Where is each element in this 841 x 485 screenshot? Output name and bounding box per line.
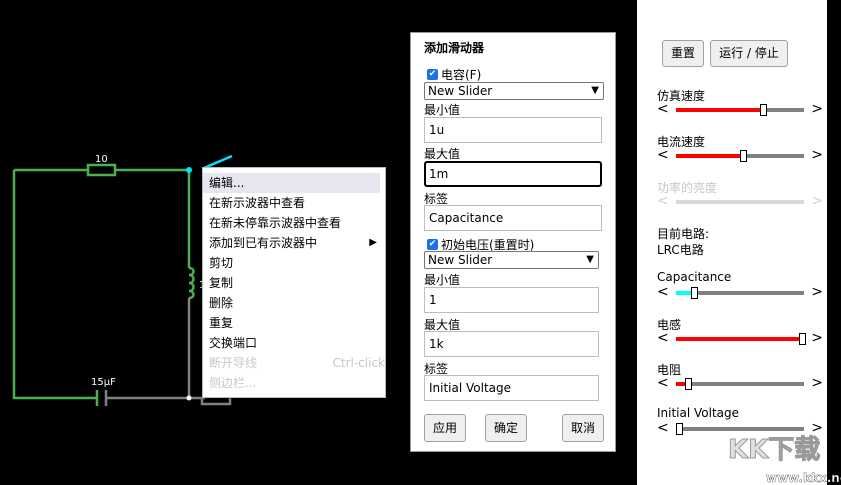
- slider[interactable]: < >: [657, 375, 823, 392]
- slider2-name-input[interactable]: Initial Voltage: [424, 375, 599, 401]
- slider2-max-input[interactable]: 1k: [424, 331, 599, 357]
- chevron-left-icon[interactable]: <: [657, 375, 669, 391]
- watermark-logo: KK下载 www.kkx.net: [728, 435, 841, 485]
- slider2-min-input[interactable]: 1: [424, 287, 599, 313]
- chevron-left-icon[interactable]: <: [657, 330, 669, 346]
- slider1-max-input[interactable]: 1m: [424, 161, 602, 187]
- chevron-right-icon[interactable]: >: [811, 101, 823, 117]
- node-dot: [186, 167, 192, 173]
- chevron-left-icon: <: [657, 193, 669, 209]
- menu-item-label: 断开导线: [209, 356, 258, 370]
- slider2-min-label: 最小值: [424, 273, 461, 287]
- watermark-logo-text: KK下载: [728, 435, 820, 465]
- slider-fill: [676, 291, 691, 295]
- slider1-select-value: New Slider: [428, 84, 493, 98]
- menu-item-label: 删除: [209, 296, 234, 310]
- menu-item-label: 重复: [209, 316, 234, 330]
- node-dot: [186, 395, 192, 401]
- menu-item-label: 在新未停靠示波器中查看: [209, 216, 342, 230]
- reset-button[interactable]: 重置: [662, 40, 704, 67]
- capacitor-label: 15μF: [91, 377, 116, 388]
- resistor[interactable]: [86, 163, 117, 177]
- run-stop-button[interactable]: 运行 / 停止: [710, 40, 788, 67]
- menu-item[interactable]: 添加到已有示波器中 ▶: [203, 233, 385, 253]
- slider: < >: [657, 193, 823, 210]
- menu-item-shortcut: Ctrl-click: [332, 356, 386, 370]
- dialog-title: 添加滑动器: [424, 41, 485, 55]
- side-panel: 重置 运行 / 停止 仿真速度 < > 电流速度 < > 功率的亮度 < > Capacitanc…: [637, 0, 827, 485]
- slider1-min-input[interactable]: 1u: [424, 117, 602, 143]
- menu-item: 断开导线 Ctrl-click: [203, 353, 385, 373]
- chevron-left-icon[interactable]: <: [657, 284, 669, 300]
- slider-fill: [676, 382, 685, 386]
- slider-thumb[interactable]: [740, 150, 747, 162]
- menu-item-label: 编辑...: [209, 176, 245, 190]
- chevron-left-icon[interactable]: <: [657, 147, 669, 163]
- current-circuit-name: LRC电路: [657, 243, 704, 257]
- menu-item: 侧边栏...: [203, 373, 385, 393]
- slider[interactable]: < >: [657, 330, 823, 347]
- menu-item[interactable]: 剪切: [203, 253, 385, 273]
- chevron-right-icon[interactable]: >: [811, 147, 823, 163]
- menu-item[interactable]: 在新未停靠示波器中查看: [203, 213, 385, 233]
- slider-fill: [676, 337, 804, 341]
- menu-item[interactable]: 编辑...: [203, 173, 380, 193]
- slider[interactable]: < >: [657, 147, 823, 164]
- apply-button[interactable]: 应用: [424, 414, 466, 442]
- chevron-down-icon: ▼: [591, 85, 599, 96]
- chevron-right-icon[interactable]: >: [811, 375, 823, 391]
- chevron-down-icon: ▼: [586, 254, 594, 265]
- add-slider-dialog: 添加滑动器 ✔ 电容(F) New Slider ▼ 最小值 1u 最大值 1m…: [410, 32, 616, 452]
- slider-thumb[interactable]: [760, 104, 767, 116]
- chevron-left-icon[interactable]: <: [657, 420, 669, 436]
- slider-fill: [676, 108, 760, 112]
- current-circuit-label: 目前电路:: [657, 227, 710, 241]
- menu-item-label: 剪切: [209, 256, 234, 270]
- chevron-right-icon[interactable]: >: [811, 330, 823, 346]
- slider-thumb[interactable]: [685, 378, 692, 390]
- slider-track: [676, 200, 804, 204]
- slider2-select-value: New Slider: [428, 253, 493, 267]
- menu-item[interactable]: 交换端口: [203, 333, 385, 353]
- watermark-url: www.kkx.net: [766, 471, 841, 485]
- menu-item-label: 交换端口: [209, 336, 258, 350]
- capacitor[interactable]: [95, 390, 108, 406]
- resistor-label: 10: [95, 154, 108, 165]
- slider-thumb[interactable]: [691, 287, 698, 299]
- menu-item[interactable]: 在新示波器中查看: [203, 193, 385, 213]
- ok-button[interactable]: 确定: [485, 414, 527, 442]
- submenu-arrow-icon: ▶: [369, 237, 377, 248]
- capacitance-checkbox[interactable]: ✔ 电容(F): [427, 66, 481, 83]
- slider[interactable]: < >: [657, 101, 823, 118]
- slider-label: Capacitance: [657, 270, 732, 284]
- check-icon: ✔: [427, 69, 438, 80]
- circuit-wires: [12, 168, 232, 406]
- menu-item-label: 侧边栏...: [209, 376, 257, 390]
- menu-item-label: 在新示波器中查看: [209, 196, 306, 210]
- chevron-right-icon: >: [811, 193, 823, 209]
- menu-item[interactable]: 复制: [203, 273, 385, 293]
- menu-item-label: 复制: [209, 276, 234, 290]
- slider2-select[interactable]: New Slider ▼: [424, 251, 599, 269]
- context-menu: 编辑... 在新示波器中查看在新未停靠示波器中查看 添加到已有示波器中 ▶ 剪切复制删除…: [202, 167, 386, 398]
- inductor[interactable]: [188, 266, 195, 300]
- menu-item[interactable]: 重复: [203, 313, 385, 333]
- cancel-button[interactable]: 取消: [562, 414, 604, 442]
- slider1-min-label: 最小值: [424, 103, 461, 117]
- menu-item-label: 添加到已有示波器中: [209, 236, 318, 250]
- slider-thumb[interactable]: [676, 423, 683, 435]
- capacitance-checkbox-label: 电容(F): [441, 68, 482, 82]
- slider1-name-input[interactable]: Capacitance: [424, 205, 602, 231]
- menu-item[interactable]: 删除: [203, 293, 385, 313]
- slider1-max-label: 最大值: [424, 147, 461, 161]
- check-icon: ✔: [427, 239, 438, 250]
- slider1-select[interactable]: New Slider ▼: [424, 82, 604, 100]
- chevron-left-icon[interactable]: <: [657, 101, 669, 117]
- slider[interactable]: < >: [657, 284, 823, 301]
- slider-fill: [676, 154, 740, 158]
- slider-track: [676, 382, 804, 386]
- slider-thumb[interactable]: [799, 333, 806, 345]
- chevron-right-icon[interactable]: >: [811, 284, 823, 300]
- slider-label: Initial Voltage: [657, 406, 740, 420]
